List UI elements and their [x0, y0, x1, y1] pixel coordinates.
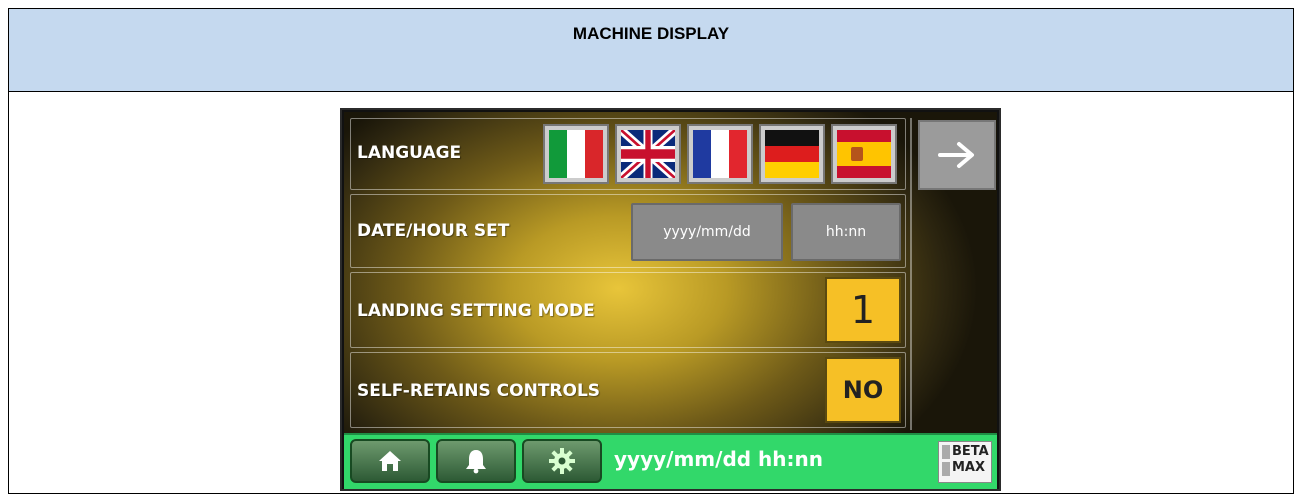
status-datetime: yyyy/mm/dd hh:nn	[614, 447, 823, 471]
spanish-flag-icon[interactable]	[831, 124, 897, 184]
home-icon	[379, 451, 401, 471]
betamax-logo: BETA MAX	[938, 441, 992, 483]
settings-button[interactable]	[522, 439, 602, 483]
self-retains-value[interactable]: NO	[825, 357, 901, 423]
logo-line-2: MAX	[952, 460, 986, 475]
arrow-right-icon	[938, 142, 974, 168]
german-flag-icon[interactable]	[759, 124, 825, 184]
landing-mode-label: LANDING SETTING MODE	[357, 301, 595, 321]
machine-screen: LANGUAGE DATE/HOUR SET yyyy/mm/dd hh:nn …	[340, 108, 1001, 491]
date-hour-label: DATE/HOUR SET	[357, 221, 510, 241]
settings-panel: LANGUAGE DATE/HOUR SET yyyy/mm/dd hh:nn …	[344, 112, 997, 433]
home-button[interactable]	[350, 439, 430, 483]
self-retains-label: SELF-RETAINS CONTROLS	[357, 381, 601, 401]
uk-flag-icon[interactable]	[615, 124, 681, 184]
status-bar: yyyy/mm/dd hh:nn BETA MAX	[344, 433, 997, 489]
date-hour-row: DATE/HOUR SET yyyy/mm/dd hh:nn	[350, 194, 906, 268]
hour-set-button[interactable]: hh:nn	[791, 203, 901, 261]
document-table: MACHINE DISPLAY LANGUAGE DATE/HOUR SET y…	[8, 8, 1294, 494]
landing-mode-value[interactable]: 1	[825, 277, 901, 343]
page-title: MACHINE DISPLAY	[572, 24, 730, 43]
logo-line-1: BETA	[952, 444, 989, 459]
self-retains-row: SELF-RETAINS CONTROLS NO	[350, 352, 906, 428]
alarm-button[interactable]	[436, 439, 516, 483]
next-page-button[interactable]	[918, 120, 996, 190]
bell-icon	[466, 450, 486, 474]
italian-flag-icon[interactable]	[543, 124, 609, 184]
french-flag-icon[interactable]	[687, 124, 753, 184]
side-divider	[910, 118, 912, 430]
language-row: LANGUAGE	[350, 118, 906, 190]
landing-mode-row: LANDING SETTING MODE 1	[350, 272, 906, 348]
gear-icon	[549, 448, 575, 474]
language-label: LANGUAGE	[357, 143, 462, 163]
date-set-button[interactable]: yyyy/mm/dd	[631, 203, 783, 261]
table-header-row: MACHINE DISPLAY	[9, 9, 1293, 92]
